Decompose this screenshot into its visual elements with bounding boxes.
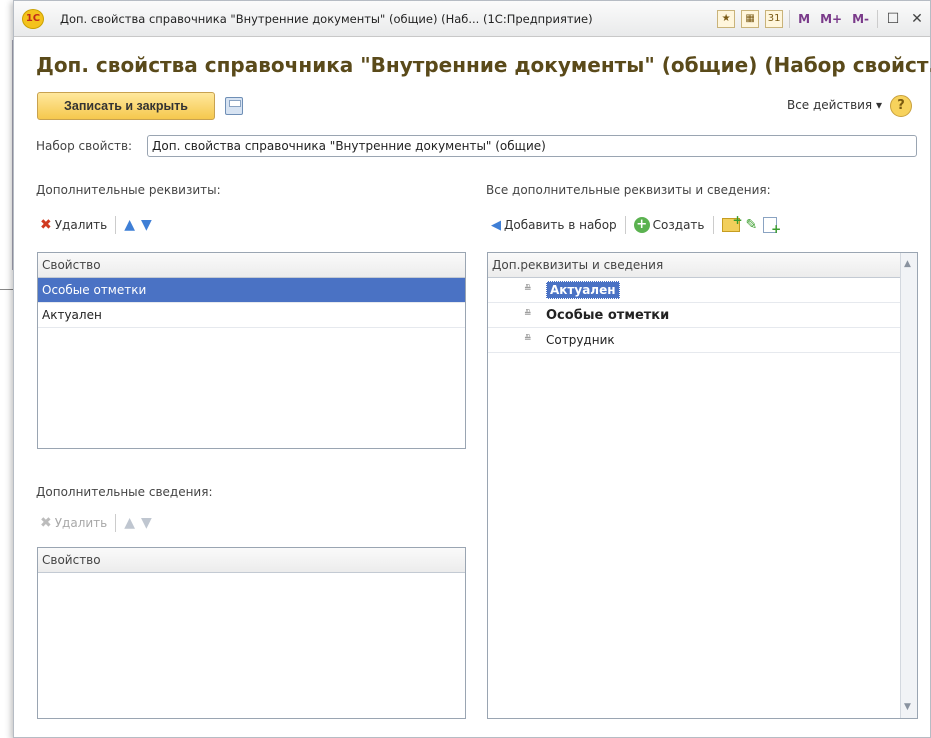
title-bar[interactable]: 1С Доп. свойства справочника "Внутренние… (14, 1, 930, 37)
add-to-set-label: Добавить в набор (504, 218, 617, 232)
delete-icon: ✖ (40, 217, 52, 233)
delete-label: Удалить (54, 218, 108, 232)
info-grid[interactable]: Свойство (37, 547, 466, 719)
tree-row-label: Сотрудник (546, 333, 615, 347)
all-requisites-grid[interactable]: Доп.реквизиты и сведения ≞ Актуален ≞ Ос… (487, 252, 918, 719)
requisite-icon: ≞ (524, 334, 532, 344)
move-up-icon[interactable]: ▲ (124, 515, 135, 531)
requisites-delete-button[interactable]: ✖ Удалить (40, 217, 107, 233)
info-delete-button[interactable]: ✖ Удалить (40, 515, 107, 531)
additional-requisites-label: Дополнительные реквизиты: (36, 183, 221, 197)
separator (877, 10, 878, 28)
all-requisites-toolbar: ◀ Добавить в набор + Создать ✎ (491, 213, 781, 236)
requisites-toolbar: ✖ Удалить ▲ ▼ (40, 216, 152, 234)
separator (624, 216, 626, 234)
create-label: Создать (652, 218, 705, 232)
properties-window: 1С Доп. свойства справочника "Внутренние… (13, 0, 931, 738)
additional-info-label: Дополнительные сведения: (36, 485, 213, 499)
create-button[interactable]: + Создать (633, 217, 705, 233)
requisites-grid[interactable]: Свойство Особые отметки Актуален (37, 252, 466, 449)
table-row[interactable]: Особые отметки (38, 278, 465, 303)
info-toolbar: ✖ Удалить ▲ ▼ (40, 514, 152, 532)
separator (115, 514, 117, 532)
move-up-icon[interactable]: ▲ (124, 217, 135, 233)
calendar-icon[interactable]: 31 (765, 10, 784, 28)
save-icon[interactable] (225, 97, 243, 115)
title-bar-tools: ★ ▦ 31 M M+ M- ☐ ✕ (717, 7, 926, 31)
scroll-down-icon[interactable]: ▼ (904, 702, 911, 712)
add-to-set-button[interactable]: ◀ Добавить в набор (491, 218, 617, 233)
separator (712, 216, 714, 234)
all-requisites-grid-header[interactable]: Доп.реквизиты и сведения (488, 253, 900, 278)
tree-row-label: Актуален (546, 281, 620, 299)
separator (789, 10, 791, 28)
property-set-label: Набор свойств: (36, 139, 133, 153)
info-grid-header[interactable]: Свойство (38, 548, 465, 573)
calculator-icon[interactable]: ▦ (741, 10, 760, 28)
memory-plus-button[interactable]: M+ (818, 12, 844, 26)
tree-row[interactable]: ≞ Актуален (488, 278, 900, 303)
arrow-left-icon: ◀ (491, 217, 501, 233)
move-down-icon[interactable]: ▼ (141, 515, 152, 531)
separator (115, 216, 117, 234)
edit-icon[interactable]: ✎ (746, 217, 758, 233)
all-requisites-label: Все дополнительные реквизиты и сведения: (486, 183, 771, 197)
background-window-strip (0, 40, 13, 270)
1c-logo-icon: 1С (22, 9, 44, 29)
tree-row-label: Особые отметки (546, 308, 670, 323)
requisite-icon: ≞ (524, 284, 532, 294)
create-folder-icon[interactable] (721, 213, 743, 232)
copy-icon[interactable] (763, 217, 781, 236)
help-icon[interactable]: ? (890, 95, 912, 117)
favorites-icon[interactable]: ★ (717, 10, 736, 28)
tree-row[interactable]: ≞ Сотрудник (488, 328, 900, 353)
scroll-up-icon[interactable]: ▲ (904, 259, 911, 269)
requisite-icon: ≞ (524, 309, 532, 319)
move-down-icon[interactable]: ▼ (141, 217, 152, 233)
all-actions-menu[interactable]: Все действия ▾ (787, 98, 882, 112)
vertical-scrollbar[interactable]: ▲ ▼ (900, 253, 917, 718)
close-icon[interactable]: ✕ (908, 11, 926, 27)
memory-minus-button[interactable]: M- (850, 12, 871, 26)
maximize-icon[interactable]: ☐ (884, 11, 902, 27)
delete-icon: ✖ (40, 515, 52, 531)
delete-label: Удалить (54, 516, 108, 530)
save-and-close-button[interactable]: Записать и закрыть (37, 92, 215, 120)
property-set-field[interactable]: Доп. свойства справочника "Внутренние до… (147, 135, 917, 157)
requisites-grid-header[interactable]: Свойство (38, 253, 465, 278)
memory-button[interactable]: M (796, 12, 812, 26)
tree-row[interactable]: ≞ Особые отметки (488, 303, 900, 328)
window-title: Доп. свойства справочника "Внутренние до… (60, 12, 593, 26)
form-title: Доп. свойства справочника "Внутренние до… (36, 53, 931, 77)
plus-icon: + (633, 217, 650, 233)
table-row[interactable]: Актуален (38, 303, 465, 328)
